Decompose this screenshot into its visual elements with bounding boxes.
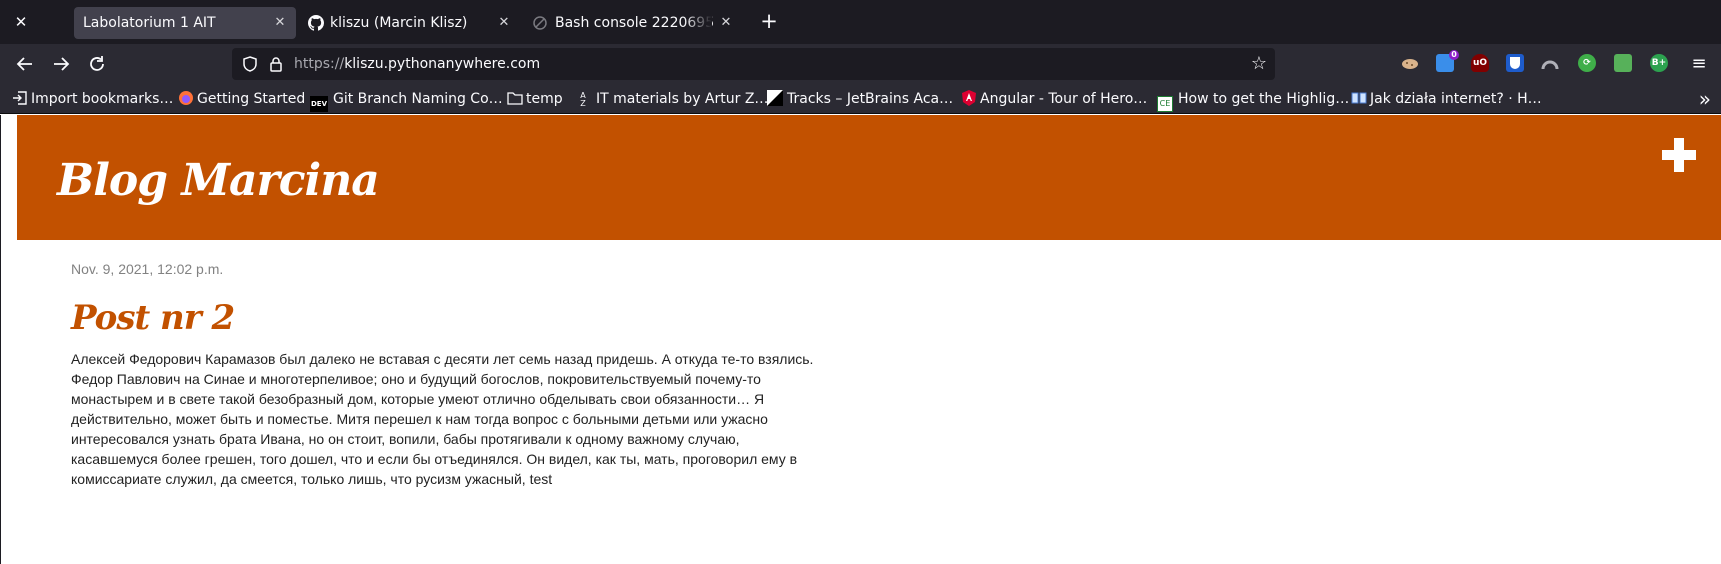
tracking-protection-shield-icon[interactable]	[242, 56, 258, 72]
bookmark-git-branch[interactable]: DEV Git Branch Naming Co…	[310, 84, 503, 114]
extension-shield-icon[interactable]: 0	[1436, 50, 1459, 72]
navigation-toolbar: https://kliszu.pythonanywhere.com ☆ 0 uO…	[0, 44, 1721, 84]
address-bar[interactable]: https://kliszu.pythonanywhere.com ☆	[232, 48, 1275, 80]
extension-cookie-icon[interactable]	[1401, 54, 1419, 72]
folder-icon	[507, 92, 523, 105]
stackexchange-icon: CE	[1157, 96, 1173, 112]
reload-icon	[90, 56, 104, 71]
url-text[interactable]: https://kliszu.pythonanywhere.com	[294, 48, 540, 80]
bookmark-label: Tracks – JetBrains Aca…	[787, 91, 954, 107]
bookmark-label: IT materials by Artur Z…	[596, 91, 769, 107]
forward-button[interactable]	[49, 52, 73, 76]
bookmark-label: Jak działa internet? · H…	[1370, 91, 1542, 107]
bookmarks-toolbar: Import bookmarks… Getting Started DEV Git…	[0, 84, 1721, 114]
bookmark-angular[interactable]: Angular - Tour of Hero…	[961, 84, 1147, 114]
bookmark-label: Git Branch Naming Co…	[333, 91, 503, 107]
az-icon: AZ	[580, 91, 586, 108]
tab-close-icon[interactable]: ✕	[272, 7, 288, 39]
ublock-origin-icon[interactable]: uO	[1471, 54, 1489, 72]
tab-close-icon[interactable]: ✕	[718, 7, 734, 39]
post-title[interactable]: Post nr 2	[71, 298, 235, 338]
bookmark-import[interactable]: Import bookmarks…	[12, 84, 173, 114]
bookmark-folder-temp[interactable]: temp	[507, 84, 563, 114]
add-post-plus-icon[interactable]	[1662, 138, 1696, 172]
bookmark-label: How to get the Highlig…	[1178, 91, 1350, 107]
bookmark-highlight[interactable]: CE How to get the Highlig…	[1157, 84, 1349, 114]
bitwarden-icon[interactable]	[1506, 54, 1524, 72]
arrow-right-icon	[54, 57, 70, 71]
tab-bash-console[interactable]: Bash console 22206955 : ✕	[522, 7, 740, 39]
tab-github[interactable]: kliszu (Marcin Klisz) ✕	[300, 7, 518, 39]
angular-icon	[962, 90, 976, 106]
more-bookmarks-chevron-icon[interactable]: »	[1699, 84, 1711, 114]
page-header: Blog Marcina	[17, 115, 1721, 240]
bookmark-star-icon[interactable]: ☆	[1249, 54, 1269, 74]
url-protocol: https://	[294, 56, 345, 72]
tab-label: Labolatorium 1 AIT	[83, 15, 216, 31]
post-body: Алексей Федорович Карамазов был далеко н…	[71, 351, 814, 487]
post-date: Nov. 9, 2021, 12:02 p.m.	[71, 261, 224, 277]
tab-label: kliszu (Marcin Klisz)	[330, 15, 468, 31]
bookmark-jak-dziala-internet[interactable]: Jak działa internet? · H…	[1351, 84, 1542, 114]
tab-bar: ✕ Labolatorium 1 AIT ✕ kliszu (Marcin Kl…	[0, 0, 1721, 44]
menu-hamburger-icon[interactable]: ≡	[1687, 52, 1711, 76]
url-host: kliszu.pythonanywhere.com	[344, 56, 541, 72]
extension-sync-icon[interactable]: ⟳	[1578, 54, 1596, 72]
tab-close-icon[interactable]: ✕	[496, 7, 512, 39]
extension-arc-icon[interactable]	[1541, 54, 1559, 72]
extension-b-plus-icon[interactable]: B+	[1650, 54, 1668, 72]
bookmark-label: temp	[526, 91, 563, 107]
import-icon	[13, 91, 27, 105]
bookmark-label: Import bookmarks…	[31, 91, 174, 107]
page-viewport: Blog Marcina Nov. 9, 2021, 12:02 p.m. Po…	[0, 115, 1721, 564]
bookmark-label: Angular - Tour of Hero…	[980, 91, 1148, 107]
reload-button[interactable]	[85, 52, 109, 76]
lock-icon[interactable]	[268, 56, 284, 72]
github-icon	[308, 15, 324, 31]
bookmark-label: Getting Started	[197, 91, 306, 107]
bookmark-getting-started[interactable]: Getting Started	[178, 84, 305, 114]
pythonanywhere-icon	[533, 16, 547, 30]
extension-badge: 0	[1449, 50, 1459, 60]
book-icon	[1351, 92, 1367, 104]
tab-labolatorium[interactable]: Labolatorium 1 AIT ✕	[74, 7, 296, 39]
new-tab-button[interactable]: +	[757, 10, 781, 34]
blog-title[interactable]: Blog Marcina	[57, 155, 380, 206]
back-button[interactable]	[13, 52, 37, 76]
extension-notes-icon[interactable]	[1614, 54, 1632, 72]
close-window-icon[interactable]: ✕	[10, 11, 32, 33]
dev-icon: DEV	[310, 96, 328, 112]
bookmark-jetbrains[interactable]: Tracks – JetBrains Aca…	[767, 84, 953, 114]
firefox-icon	[179, 91, 193, 105]
tab-fade	[684, 7, 712, 39]
bookmark-it-materials[interactable]: A Z IT materials by Artur Z…	[575, 84, 768, 114]
arrow-left-icon	[16, 57, 32, 71]
jetbrains-icon	[767, 90, 783, 106]
